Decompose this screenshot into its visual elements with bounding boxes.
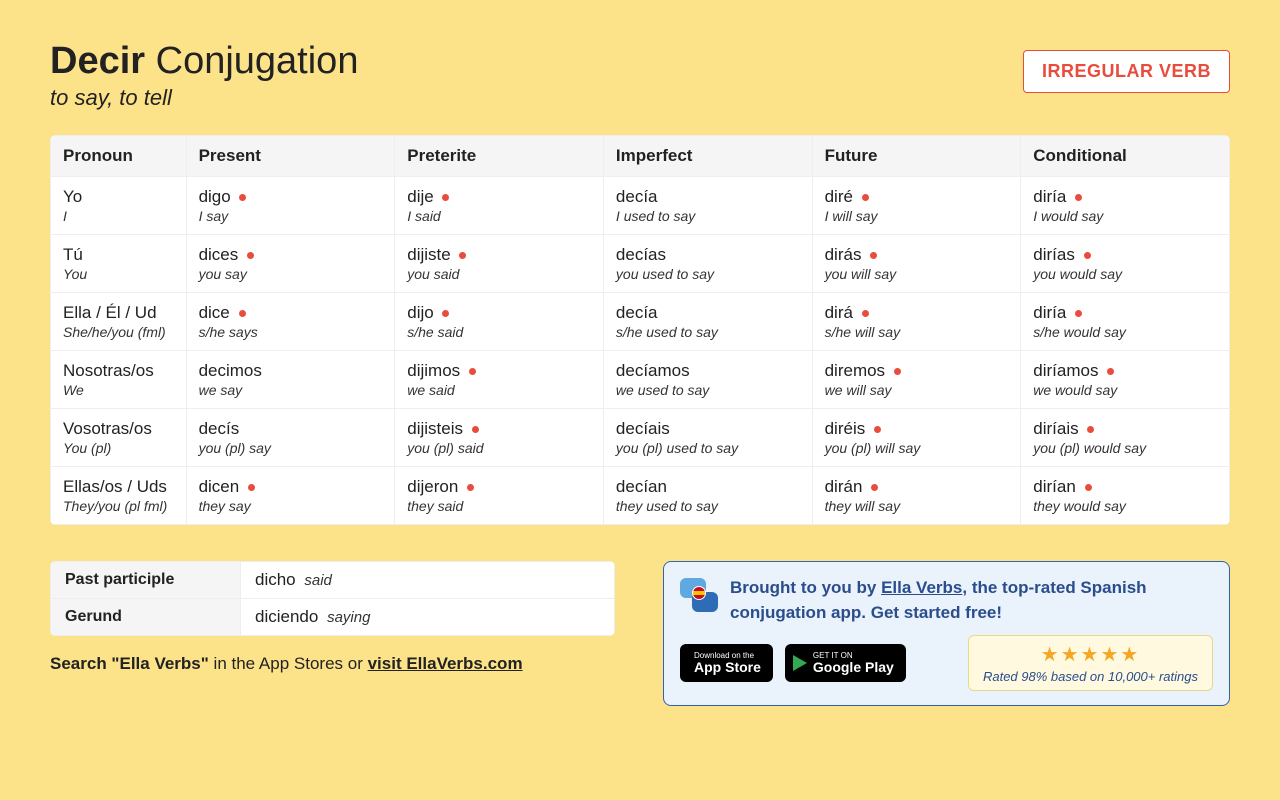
- appstore-badge[interactable]: Download on the App Store: [680, 644, 773, 682]
- conjugation-cell: diréis you (pl) will say: [812, 409, 1021, 467]
- column-header: Imperfect: [603, 136, 812, 177]
- irregular-dot-icon: [870, 252, 877, 259]
- conjugation-cell: decíaisyou (pl) used to say: [603, 409, 812, 467]
- irregular-dot-icon: [871, 484, 878, 491]
- pronoun-cell: TúYou: [51, 235, 187, 293]
- irregular-dot-icon: [862, 310, 869, 317]
- pronoun-cell: Nosotras/osWe: [51, 351, 187, 409]
- irregular-dot-icon: [874, 426, 881, 433]
- irregular-dot-icon: [894, 368, 901, 375]
- past-participle-label: Past participle: [51, 562, 241, 599]
- column-header: Present: [186, 136, 395, 177]
- irregular-dot-icon: [239, 310, 246, 317]
- conjugation-cell: decíanthey used to say: [603, 467, 812, 525]
- conjugation-cell: dije I said: [395, 177, 604, 235]
- googleplay-badge[interactable]: GET IT ON Google Play: [785, 644, 906, 682]
- table-row: Ella / Él / UdShe/he/you (fml)dice s/he …: [51, 293, 1230, 351]
- ella-verbs-link[interactable]: Ella Verbs: [881, 578, 962, 597]
- conjugation-cell: decíaI used to say: [603, 177, 812, 235]
- conjugation-cell: dicen they say: [186, 467, 395, 525]
- page-title: Decir Conjugation: [50, 40, 358, 83]
- column-header: Future: [812, 136, 1021, 177]
- table-row: Nosotras/osWedecimoswe saydijimos we sai…: [51, 351, 1230, 409]
- rating-box: ★★★★★ Rated 98% based on 10,000+ ratings: [968, 635, 1213, 691]
- irregular-dot-icon: [472, 426, 479, 433]
- conjugation-cell: dijiste you said: [395, 235, 604, 293]
- table-row: TúYoudices you saydijiste you saiddecías…: [51, 235, 1230, 293]
- participle-table: Past participle dicho said Gerund dicien…: [50, 561, 615, 636]
- table-row: YoIdigo I saydije I saiddecíaI used to s…: [51, 177, 1230, 235]
- visit-link[interactable]: visit EllaVerbs.com: [368, 654, 523, 673]
- irregular-dot-icon: [1084, 252, 1091, 259]
- conjugation-cell: diría s/he would say: [1021, 293, 1230, 351]
- verb-translation: to say, to tell: [50, 85, 358, 111]
- column-header: Pronoun: [51, 136, 187, 177]
- conjugation-cell: digo I say: [186, 177, 395, 235]
- gerund-value: diciendo saying: [241, 599, 615, 636]
- conjugation-cell: dirás you will say: [812, 235, 1021, 293]
- conjugation-cell: diríais you (pl) would say: [1021, 409, 1230, 467]
- conjugation-cell: diré I will say: [812, 177, 1021, 235]
- conjugation-cell: dirán they will say: [812, 467, 1021, 525]
- pronoun-cell: Ellas/os / UdsThey/you (pl fml): [51, 467, 187, 525]
- conjugation-table: PronounPresentPreteriteImperfectFutureCo…: [50, 135, 1230, 525]
- conjugation-cell: dijo s/he said: [395, 293, 604, 351]
- conjugation-cell: dijisteis you (pl) said: [395, 409, 604, 467]
- irregular-badge: IRREGULAR VERB: [1023, 50, 1230, 93]
- column-header: Preterite: [395, 136, 604, 177]
- conjugation-cell: decimoswe say: [186, 351, 395, 409]
- conjugation-cell: dijimos we said: [395, 351, 604, 409]
- promo-box: Brought to you by Ella Verbs, the top-ra…: [663, 561, 1230, 706]
- irregular-dot-icon: [1085, 484, 1092, 491]
- pronoun-cell: YoI: [51, 177, 187, 235]
- column-header: Conditional: [1021, 136, 1230, 177]
- irregular-dot-icon: [1087, 426, 1094, 433]
- past-participle-value: dicho said: [241, 562, 615, 599]
- conjugation-cell: dices you say: [186, 235, 395, 293]
- app-icon: [680, 576, 718, 614]
- irregular-dot-icon: [247, 252, 254, 259]
- search-hint: Search "Ella Verbs" in the App Stores or…: [50, 654, 615, 674]
- irregular-dot-icon: [1075, 194, 1082, 201]
- conjugation-cell: diría I would say: [1021, 177, 1230, 235]
- conjugation-cell: dirá s/he will say: [812, 293, 1021, 351]
- conjugation-cell: decísyou (pl) say: [186, 409, 395, 467]
- conjugation-cell: diríamos we would say: [1021, 351, 1230, 409]
- conjugation-cell: dirías you would say: [1021, 235, 1230, 293]
- conjugation-cell: dirían they would say: [1021, 467, 1230, 525]
- table-row: Vosotras/osYou (pl)decísyou (pl) saydiji…: [51, 409, 1230, 467]
- conjugation-cell: dijeron they said: [395, 467, 604, 525]
- star-icons: ★★★★★: [983, 642, 1198, 667]
- conjugation-cell: decías/he used to say: [603, 293, 812, 351]
- irregular-dot-icon: [1107, 368, 1114, 375]
- irregular-dot-icon: [459, 252, 466, 259]
- irregular-dot-icon: [239, 194, 246, 201]
- conjugation-cell: dice s/he says: [186, 293, 395, 351]
- irregular-dot-icon: [442, 194, 449, 201]
- irregular-dot-icon: [442, 310, 449, 317]
- table-row: Ellas/os / UdsThey/you (pl fml)dicen the…: [51, 467, 1230, 525]
- gerund-label: Gerund: [51, 599, 241, 636]
- pronoun-cell: Ella / Él / UdShe/he/you (fml): [51, 293, 187, 351]
- irregular-dot-icon: [1075, 310, 1082, 317]
- conjugation-cell: decíasyou used to say: [603, 235, 812, 293]
- conjugation-cell: diremos we will say: [812, 351, 1021, 409]
- promo-text: Brought to you by Ella Verbs, the top-ra…: [730, 576, 1213, 625]
- pronoun-cell: Vosotras/osYou (pl): [51, 409, 187, 467]
- irregular-dot-icon: [248, 484, 255, 491]
- irregular-dot-icon: [862, 194, 869, 201]
- irregular-dot-icon: [467, 484, 474, 491]
- irregular-dot-icon: [469, 368, 476, 375]
- conjugation-cell: decíamoswe used to say: [603, 351, 812, 409]
- play-icon: [793, 655, 807, 671]
